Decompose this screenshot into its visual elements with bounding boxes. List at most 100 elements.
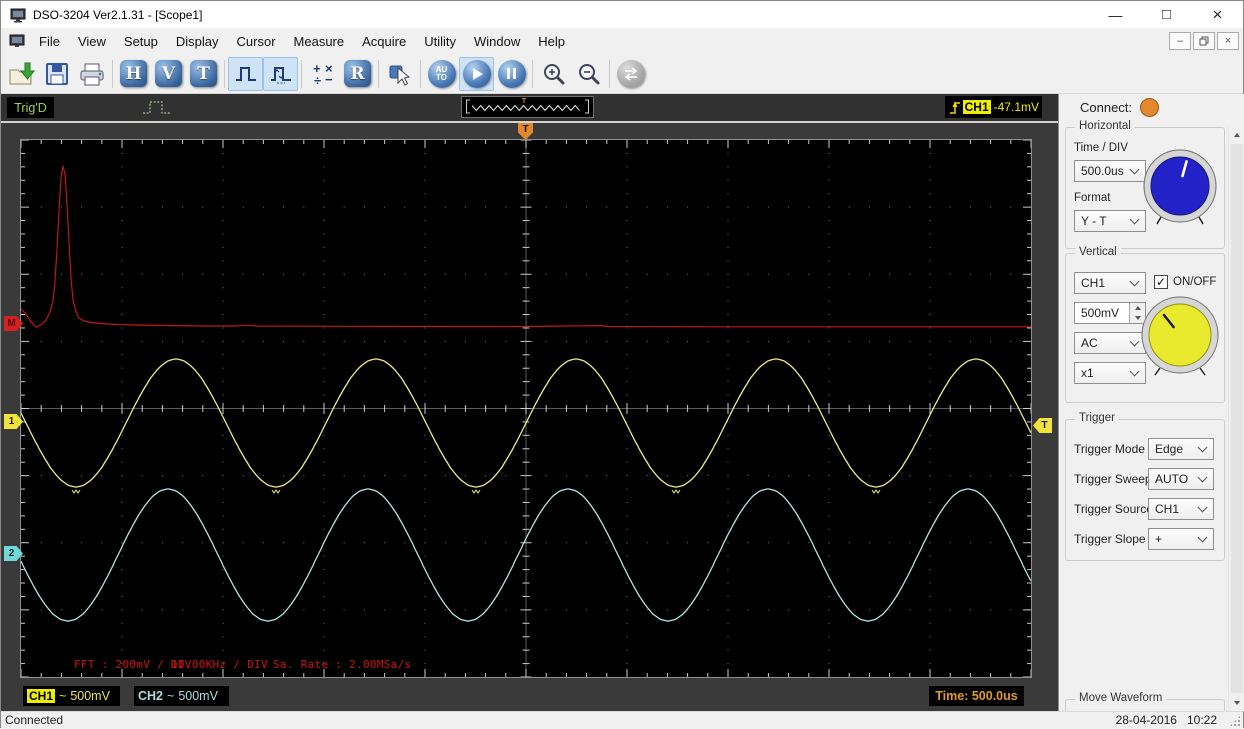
auto-setup-button[interactable]: AU TO — [424, 57, 459, 91]
zoom-out-button[interactable] — [571, 57, 606, 91]
menu-window[interactable]: Window — [465, 30, 529, 53]
channel-onoff-checkbox[interactable]: ✓ — [1154, 275, 1168, 289]
menu-file[interactable]: File — [30, 30, 69, 53]
open-button[interactable] — [4, 57, 39, 91]
maximize-button[interactable]: □ — [1141, 1, 1192, 28]
h-icon: H — [120, 60, 147, 87]
trigger-mode-label: Trigger Mode — [1074, 442, 1145, 456]
menu-bar: File View Setup Display Cursor Measure A… — [1, 28, 1243, 54]
format-label: Format — [1074, 192, 1111, 204]
pulse-trigger-button[interactable] — [263, 56, 298, 91]
move-waveform-title: Move Waveform — [1075, 692, 1167, 704]
minimize-button[interactable]: — — [1090, 1, 1141, 28]
pulse-width-icon — [270, 66, 291, 83]
time-div-label: Time / DIV — [1074, 142, 1128, 154]
horizontal-group: Horizontal Time / DIV 500.0us Format Y -… — [1065, 120, 1225, 249]
menu-view[interactable]: View — [69, 30, 115, 53]
control-panel: Connect: Horizontal Time / DIV 500.0us F… — [1058, 94, 1244, 711]
menu-measure[interactable]: Measure — [285, 30, 354, 53]
transfer-button[interactable] — [613, 57, 648, 91]
start-button[interactable] — [459, 56, 494, 91]
connection-status: Connected — [5, 713, 64, 727]
close-button[interactable]: × — [1192, 1, 1243, 28]
scroll-down-button[interactable] — [1229, 694, 1244, 711]
cursor-arrow-icon — [389, 65, 410, 86]
pause-button[interactable] — [494, 57, 529, 91]
toolbar-separator — [301, 59, 302, 88]
menu-help[interactable]: Help — [529, 30, 574, 53]
menu-display[interactable]: Display — [167, 30, 228, 53]
window-title: DSO-3204 Ver2.1.31 - [Scope1] — [33, 7, 203, 22]
toolbar-separator — [224, 59, 225, 88]
mdi-minimize-button[interactable]: – — [1169, 32, 1191, 50]
trigger-settings-button[interactable]: T — [186, 57, 221, 91]
menu-utility[interactable]: Utility — [415, 30, 465, 53]
math-icon: + ×÷ − — [313, 61, 333, 87]
trigger-source-select[interactable]: CH1 — [1148, 498, 1214, 520]
svg-text:10.00KHz / DIV: 10.00KHz / DIV — [171, 658, 268, 671]
channel-select[interactable]: CH1 — [1074, 272, 1146, 294]
chevron-down-icon — [1129, 164, 1140, 175]
trigger-channel-badge: CH1 — [962, 100, 991, 114]
status-time: 10:22 — [1186, 713, 1217, 727]
status-bar: Connected 28-04-2016 10:22 — [1, 711, 1243, 729]
menu-cursor[interactable]: Cursor — [228, 30, 285, 53]
chevron-down-icon — [1129, 366, 1140, 377]
toolbar-separator — [420, 59, 421, 88]
trigger-slope-select[interactable]: + — [1148, 528, 1214, 550]
chevron-down-icon — [1197, 442, 1208, 453]
waveform-preview[interactable]: T — [461, 96, 594, 118]
menu-setup[interactable]: Setup — [115, 30, 167, 53]
menu-acquire[interactable]: Acquire — [353, 30, 415, 53]
ch1-coupling-icon: ~ — [59, 689, 67, 703]
move-waveform-group: Move Waveform — [1065, 692, 1225, 711]
save-button[interactable] — [39, 57, 74, 91]
zoom-in-button[interactable] — [536, 57, 571, 91]
toolbar-separator — [532, 59, 533, 88]
t-icon: T — [190, 60, 217, 87]
trigger-mode-select[interactable]: Edge — [1148, 438, 1214, 460]
scope-top-status-bar: Trig'D T CH1 -47.1mV — [1, 94, 1058, 121]
mdi-window-controls: – × — [1169, 32, 1239, 50]
probe-select[interactable]: x1 — [1074, 362, 1146, 384]
chevron-down-icon — [1129, 276, 1140, 287]
edge-trigger-button[interactable] — [228, 56, 263, 91]
print-button[interactable] — [74, 57, 109, 91]
coupling-select[interactable]: AC — [1074, 332, 1146, 354]
scroll-up-button[interactable] — [1229, 126, 1244, 143]
onoff-label: ON/OFF — [1173, 276, 1217, 288]
format-select[interactable]: Y - T — [1074, 210, 1146, 232]
mdi-close-button[interactable]: × — [1217, 32, 1239, 50]
trigger-sweep-label: Trigger Sweep — [1074, 472, 1152, 486]
transfer-icon — [616, 59, 645, 88]
math-button[interactable]: + × ÷ − — [305, 57, 340, 91]
toolbar-separator — [609, 59, 610, 88]
scrollbar-thumb[interactable] — [1231, 144, 1243, 693]
trigger-position-marker[interactable]: T — [518, 123, 533, 140]
horizontal-knob[interactable] — [1142, 146, 1222, 230]
mdi-restore-button[interactable] — [1193, 32, 1215, 50]
vertical-scale-spinner[interactable]: 500mV — [1074, 302, 1146, 324]
panel-scrollbar[interactable] — [1228, 126, 1244, 711]
vertical-settings-button[interactable]: V — [151, 57, 186, 91]
trigger-position-strip: T — [1, 123, 1058, 140]
time-readout: Time: 500.0us — [929, 686, 1024, 706]
cursor-button[interactable] — [382, 57, 417, 91]
status-date: 28-04-2016 — [1115, 713, 1177, 727]
time-div-select[interactable]: 500.0us — [1074, 160, 1146, 182]
document-icon — [9, 33, 25, 49]
toolbar-separator — [378, 59, 379, 88]
resize-grip[interactable] — [1229, 715, 1241, 727]
vertical-group: Vertical CH1 ✓ ON/OFF 500mV AC x1 — [1065, 246, 1225, 403]
trigger-slope-label: Trigger Slope — [1074, 532, 1146, 546]
vertical-knob[interactable] — [1139, 292, 1223, 382]
horizontal-settings-button[interactable]: H — [116, 57, 151, 91]
scope-display-frame: FFT : 200mV / DIV 10.00KHz / DIV Sa. Rate … — [20, 139, 1032, 678]
connect-indicator[interactable] — [1140, 98, 1160, 117]
edge-pulse-icon — [235, 66, 256, 81]
trigger-group-title: Trigger — [1075, 412, 1119, 424]
trigger-sweep-select[interactable]: AUTO — [1148, 468, 1214, 490]
reference-button[interactable]: R — [340, 57, 375, 91]
ch1-scale-value: 500mV — [70, 689, 110, 703]
trigger-level-marker[interactable]: T — [1033, 418, 1052, 433]
